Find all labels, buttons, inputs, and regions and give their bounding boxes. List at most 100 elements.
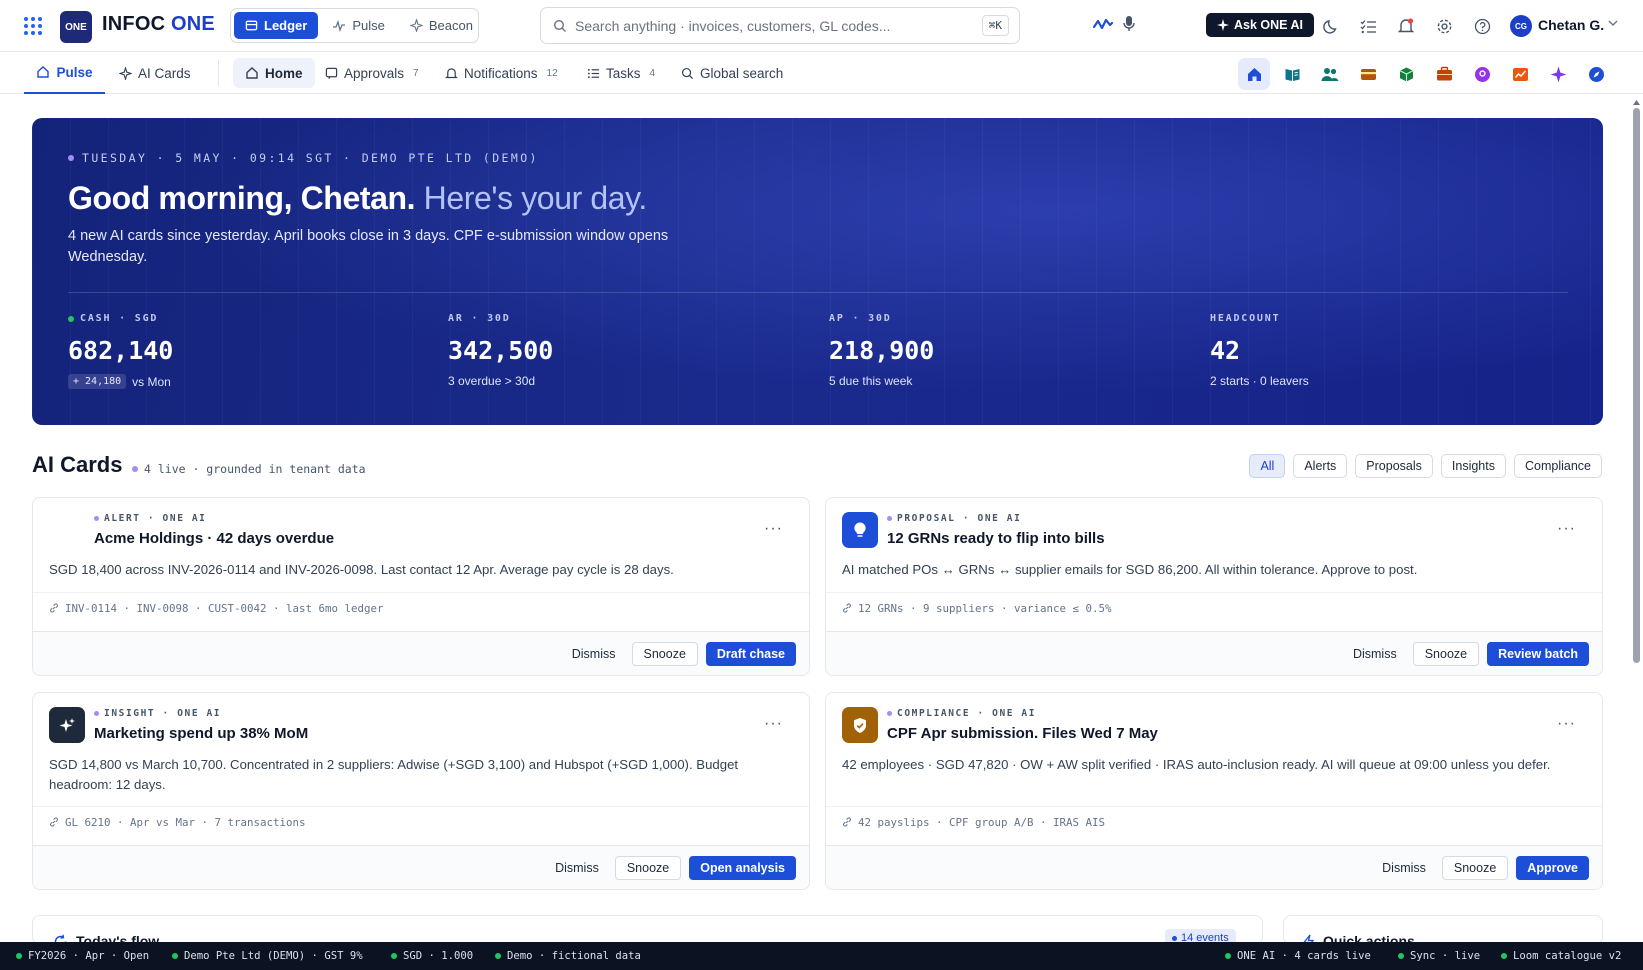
status-dot [1225, 953, 1231, 959]
help-icon[interactable] [1471, 15, 1493, 37]
nav-tasks[interactable]: Tasks 4 [587, 52, 655, 94]
module-discover[interactable] [1580, 58, 1612, 90]
snooze-button[interactable]: Snooze [1412, 641, 1480, 666]
user-name[interactable]: Chetan G. [1538, 17, 1604, 33]
filter-compliance[interactable]: Compliance [1513, 454, 1602, 478]
snooze-button[interactable]: Snooze [631, 641, 698, 666]
card-actions: Dismiss Snooze Draft chase [33, 631, 809, 675]
approve-button[interactable]: Approve [1516, 855, 1589, 880]
ai-card-compliance[interactable]: COMPLIANCE · ONE AI CPF Apr submission. … [825, 692, 1603, 890]
nav-notifications[interactable]: Notifications 12 [445, 52, 558, 94]
ai-card-proposal[interactable]: PROPOSAL · ONE AI 12 GRNs ready to flip … [825, 497, 1603, 676]
module-books[interactable] [1276, 58, 1308, 90]
scroll-up-arrow-icon[interactable] [1632, 99, 1641, 106]
app-tab-ledger[interactable]: Ledger [234, 12, 319, 39]
ai-card-alert[interactable]: ALERT · ONE AI Acme Holdings · 42 days o… [32, 497, 810, 676]
chevron-down-icon[interactable] [1608, 20, 1618, 27]
nav-home-label: Home [265, 65, 303, 81]
card-heading: PROPOSAL · ONE AI 12 GRNs ready to flip … [887, 513, 1105, 547]
ai-card-insight[interactable]: INSIGHT · ONE AI Marketing spend up 38% … [32, 692, 810, 890]
dismiss-button[interactable]: Dismiss [1374, 856, 1434, 880]
draft-chase-button[interactable]: Draft chase [705, 641, 796, 666]
status-dot [391, 953, 397, 959]
module-crm[interactable] [1466, 58, 1498, 90]
nav-home[interactable]: Home [233, 58, 315, 88]
module-cards[interactable] [1352, 58, 1384, 90]
card-heading: COMPLIANCE · ONE AI CPF Apr submission. … [887, 708, 1158, 742]
dark-mode-icon[interactable] [1320, 15, 1342, 37]
scrollbar-thumb[interactable] [1633, 108, 1640, 663]
filter-all[interactable]: All [1249, 454, 1286, 478]
module-ai[interactable] [1542, 58, 1574, 90]
dismiss-button[interactable]: Dismiss [1345, 642, 1405, 666]
dismiss-button[interactable]: Dismiss [564, 642, 624, 666]
filter-proposals[interactable]: Proposals [1355, 454, 1433, 478]
card-title: 12 GRNs ready to flip into bills [887, 530, 1105, 547]
settings-gear-icon[interactable] [1433, 15, 1455, 37]
microphone-icon[interactable] [1122, 15, 1136, 33]
status-fiscal: FY2026 · Apr · Open [16, 950, 149, 962]
more-options-icon[interactable]: ··· [764, 520, 783, 538]
app-tab-beacon[interactable]: Beacon [399, 12, 484, 39]
dismiss-button[interactable]: Dismiss [547, 856, 607, 880]
more-options-icon[interactable]: ··· [764, 715, 783, 733]
greeting-main: Good morning, Chetan. [68, 180, 416, 216]
top-bar: ONE INFOC ONE Ledger Pulse Beacon Search… [0, 0, 1643, 52]
checklist-icon[interactable] [1357, 15, 1379, 37]
more-options-icon[interactable]: ··· [1557, 715, 1576, 733]
bell-icon[interactable] [1395, 15, 1417, 37]
brand-main: INFOC [102, 13, 166, 35]
notifications-count: 12 [546, 67, 558, 79]
card-heading: INSIGHT · ONE AI Marketing spend up 38% … [94, 708, 308, 742]
global-search-bar[interactable]: Search anything · invoices, customers, G… [540, 7, 1020, 44]
tab-pulse-label: Pulse [56, 64, 93, 80]
card-references-text: 42 payslips · CPF group A/B · IRAS AIS [858, 815, 1106, 829]
nav-global-search[interactable]: Global search [681, 52, 783, 94]
module-people[interactable] [1314, 58, 1346, 90]
open-analysis-button[interactable]: Open analysis [689, 855, 796, 880]
module-inventory[interactable] [1390, 58, 1422, 90]
tab-ai-cards[interactable]: AI Cards [119, 52, 191, 94]
tag-dot [887, 516, 892, 521]
module-projects[interactable] [1428, 58, 1460, 90]
app-tab-pulse[interactable]: Pulse [321, 12, 396, 39]
compass-icon [1588, 66, 1604, 82]
kpi-ap[interactable]: AP · 30D 218,900 5 due this week [829, 313, 1159, 388]
status-currency: SGD · 1.000 [391, 950, 473, 962]
ask-one-ai-button[interactable]: Ask ONE AI [1206, 13, 1315, 37]
review-batch-button[interactable]: Review batch [1487, 641, 1589, 666]
status-currency-text: SGD · 1.000 [403, 950, 474, 962]
nav-approvals[interactable]: Approvals 7 [325, 52, 419, 94]
search-icon [553, 19, 566, 32]
kpi-headcount[interactable]: HEADCOUNT 42 2 starts · 0 leavers [1210, 313, 1540, 388]
nav-notifications-label: Notifications [464, 65, 538, 81]
link-icon [50, 817, 58, 827]
kpi-note: 2 starts · 0 leavers [1210, 374, 1309, 388]
card-tag: COMPLIANCE · ONE AI [887, 708, 1158, 719]
kpi-cash[interactable]: CASH · SGD 682,140 + 24,180 vs Mon [68, 313, 398, 389]
filter-insights[interactable]: Insights [1440, 454, 1506, 478]
snooze-button[interactable]: Snooze [1441, 855, 1509, 880]
kpi-value: 342,500 [448, 336, 554, 365]
card-tag: PROPOSAL · ONE AI [887, 513, 1105, 524]
logo-mark: ONE [60, 11, 92, 43]
app-switcher: Ledger Pulse Beacon [230, 8, 479, 43]
home-outline-icon [37, 66, 50, 78]
module-home[interactable] [1238, 58, 1270, 90]
more-options-icon[interactable]: ··· [1557, 520, 1576, 538]
ask-one-ai-label: Ask ONE AI [1234, 18, 1304, 32]
user-avatar[interactable]: CG [1510, 15, 1532, 37]
card-header: COMPLIANCE · ONE AI CPF Apr submission. … [842, 707, 1158, 743]
voice-wave-icon[interactable] [1093, 16, 1113, 32]
app-grid-icon[interactable] [22, 15, 44, 37]
filter-alerts[interactable]: Alerts [1293, 454, 1348, 478]
tab-pulse[interactable]: Pulse [24, 52, 105, 94]
status-catalogue-text: Loom catalogue v2 [1513, 950, 1622, 962]
snooze-button[interactable]: Snooze [614, 855, 682, 880]
search-icon [681, 67, 694, 79]
kpi-ar[interactable]: AR · 30D 342,500 3 overdue > 30d [448, 313, 778, 388]
sparkle-icon [1550, 66, 1566, 82]
module-reports[interactable] [1504, 58, 1536, 90]
lightbulb-icon [842, 512, 878, 548]
nav-tasks-label: Tasks [606, 65, 641, 81]
